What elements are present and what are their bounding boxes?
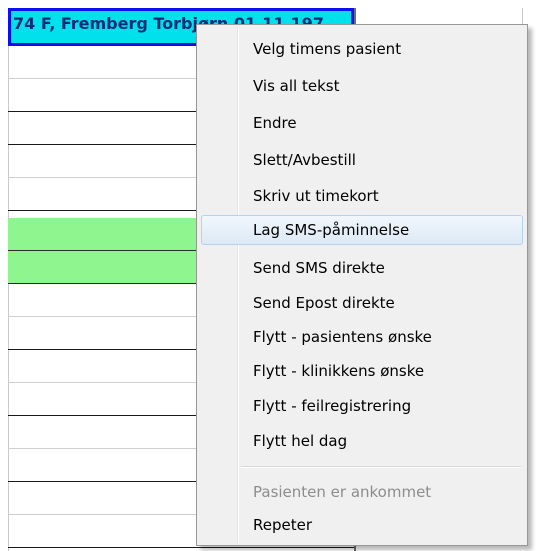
- menu-item-label: Pasienten er ankommet: [253, 483, 432, 501]
- menu-item-label: Vis all tekst: [253, 77, 340, 95]
- menu-item-send-epost-direkte[interactable]: Send Epost direkte: [201, 288, 523, 318]
- menu-item-label: Flytt - pasientens ønske: [253, 328, 432, 346]
- menu-item-endre[interactable]: Endre: [201, 108, 523, 138]
- menu-item-label: Lag SMS-påminnelse: [253, 221, 410, 239]
- menu-item-label: Repeter: [253, 516, 313, 534]
- menu-item-label: Endre: [253, 114, 297, 132]
- menu-item-flytt-klinikkens-onske[interactable]: Flytt - klinikkens ønske: [201, 356, 523, 386]
- menu-item-flytt-hel-dag[interactable]: Flytt hel dag: [201, 426, 523, 456]
- menu-item-pasienten-er-ankommet: Pasienten er ankommet: [201, 477, 523, 507]
- context-menu: Velg timens pasient Vis all tekst Endre …: [196, 24, 528, 546]
- menu-item-flytt-pasientens-onske[interactable]: Flytt - pasientens ønske: [201, 322, 523, 352]
- menu-item-label: Flytt - klinikkens ønske: [253, 362, 425, 380]
- menu-icon-gutter: [237, 27, 239, 543]
- menu-item-send-sms-direkte[interactable]: Send SMS direkte: [201, 253, 523, 283]
- menu-item-velg-timens-pasient[interactable]: Velg timens pasient: [201, 34, 523, 64]
- menu-item-label: Velg timens pasient: [253, 40, 402, 58]
- menu-item-lag-sms-paminnelse[interactable]: Lag SMS-påminnelse: [201, 215, 523, 245]
- menu-item-repeter[interactable]: Repeter: [201, 510, 523, 540]
- menu-item-label: Send Epost direkte: [253, 294, 395, 312]
- menu-item-label: Slett/Avbestill: [253, 151, 356, 169]
- menu-item-label: Flytt hel dag: [253, 432, 348, 450]
- menu-item-label: Flytt - feilregistrering: [253, 397, 412, 415]
- menu-item-skriv-ut-timekort[interactable]: Skriv ut timekort: [201, 181, 523, 211]
- menu-separator: [241, 466, 521, 468]
- menu-item-slett-avbestill[interactable]: Slett/Avbestill: [201, 145, 523, 175]
- menu-item-flytt-feilregistrering[interactable]: Flytt - feilregistrering: [201, 391, 523, 421]
- menu-item-label: Skriv ut timekort: [253, 187, 379, 205]
- menu-item-vis-all-tekst[interactable]: Vis all tekst: [201, 71, 523, 101]
- menu-item-label: Send SMS direkte: [253, 259, 385, 277]
